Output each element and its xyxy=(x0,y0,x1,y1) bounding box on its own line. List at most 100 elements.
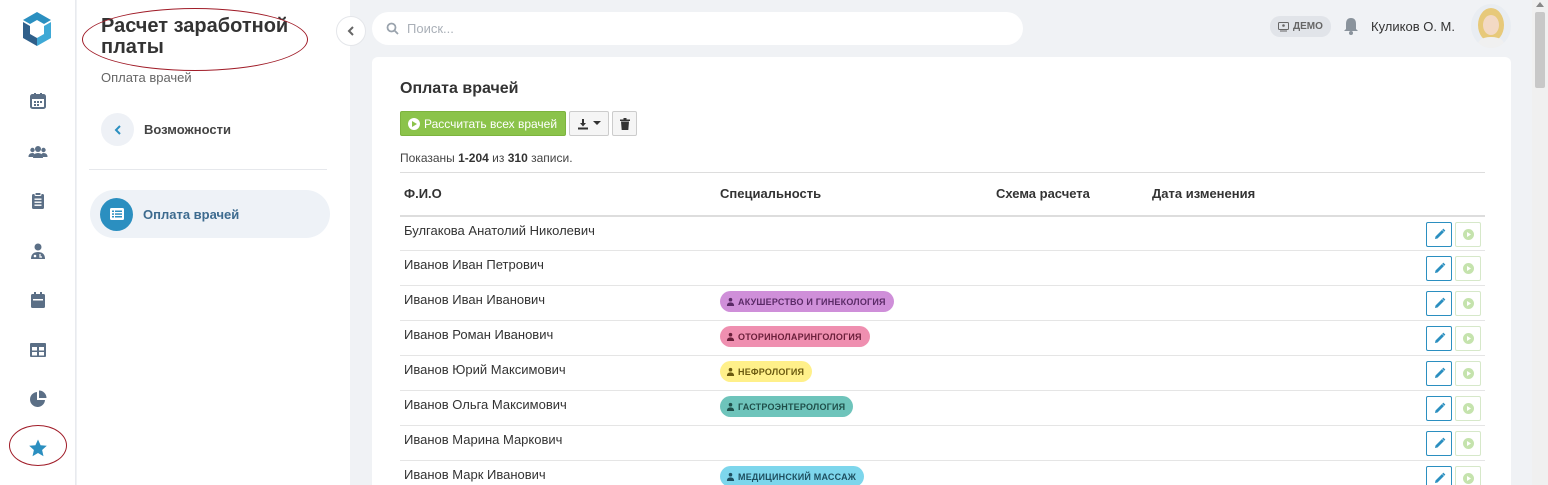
collapse-panel-button[interactable] xyxy=(336,16,366,46)
specialty-cell: ОТОРИНОЛАРИНГОЛОГИЯ xyxy=(716,320,992,356)
edit-button[interactable] xyxy=(1426,256,1452,281)
column-header-scheme[interactable]: Схема расчета xyxy=(992,172,1148,217)
search-input[interactable] xyxy=(407,21,987,36)
scheme-cell xyxy=(992,425,1148,461)
doctor-name: Булгакова Анатолий Николевич xyxy=(400,215,716,251)
actions-cell xyxy=(1348,250,1485,286)
avatar[interactable] xyxy=(1471,4,1511,48)
search-bar[interactable] xyxy=(372,12,1023,45)
date-cell xyxy=(1148,320,1348,356)
scheme-cell xyxy=(992,285,1148,321)
table-row[interactable]: Иванов Роман Иванович ОТОРИНОЛАРИНГОЛОГИЯ xyxy=(400,320,1485,356)
calculate-button[interactable] xyxy=(1455,256,1481,281)
table-row[interactable]: Иванов Юрий Максимович НЕФРОЛОГИЯ xyxy=(400,355,1485,391)
scheme-cell xyxy=(992,250,1148,286)
table-row[interactable]: Иванов Марк Иванович МЕДИЦИНСКИЙ МАССАЖ xyxy=(400,460,1485,485)
content-card: Оплата врачей Рассчитать всех врачей Пок… xyxy=(372,57,1511,485)
table-row[interactable]: Иванов Иван Петрович xyxy=(400,250,1485,286)
edit-button[interactable] xyxy=(1426,291,1452,316)
records-summary: Показаны 1-204 из 310 записи. xyxy=(400,151,573,165)
column-header-name[interactable]: Ф.И.О xyxy=(400,172,716,217)
nav-item-doctor-payments[interactable]: Оплата врачей xyxy=(90,190,330,238)
chevron-left-icon xyxy=(114,124,121,135)
calculate-button[interactable] xyxy=(1455,431,1481,456)
doctor-name: Иванов Марк Иванович xyxy=(400,460,716,485)
card-title: Оплата врачей xyxy=(400,80,519,97)
pencil-icon xyxy=(1435,367,1446,378)
page-scrollbar[interactable] xyxy=(1532,0,1548,485)
specialty-tag: ОТОРИНОЛАРИНГОЛОГИЯ xyxy=(720,326,870,347)
rail-schedule[interactable] xyxy=(22,284,54,316)
logo-icon[interactable] xyxy=(17,9,57,49)
date-cell xyxy=(1148,285,1348,321)
rail-users[interactable] xyxy=(22,136,54,168)
calculate-button[interactable] xyxy=(1455,326,1481,351)
calculate-button[interactable] xyxy=(1455,361,1481,386)
calculate-button[interactable] xyxy=(1455,291,1481,316)
delete-button[interactable] xyxy=(612,111,638,136)
table-icon xyxy=(30,343,46,357)
edit-button[interactable] xyxy=(1426,326,1452,351)
table-row[interactable]: Иванов Ольга Максимович ГАСТРОЭНТЕРОЛОГИЯ xyxy=(400,390,1485,426)
edit-button[interactable] xyxy=(1426,431,1452,456)
actions-cell xyxy=(1348,215,1485,251)
calculate-button[interactable] xyxy=(1455,396,1481,421)
specialty-label: ГАСТРОЭНТЕРОЛОГИЯ xyxy=(738,401,846,412)
summary-suffix: записи. xyxy=(531,151,573,165)
column-header-date[interactable]: Дата изменения xyxy=(1148,172,1348,217)
bell-icon[interactable] xyxy=(1341,16,1361,36)
edit-button[interactable] xyxy=(1426,361,1452,386)
table-row[interactable]: Иванов Иван Иванович АКУШЕРСТВО И ГИНЕКОЛ… xyxy=(400,285,1485,321)
specialty-cell: НЕФРОЛОГИЯ xyxy=(716,355,992,391)
pencil-icon xyxy=(1435,297,1446,308)
play-circle-icon xyxy=(1463,228,1474,240)
export-dropdown-button[interactable] xyxy=(569,111,610,136)
column-header-specialty[interactable]: Специальность xyxy=(716,172,992,217)
actions-cell xyxy=(1348,355,1485,391)
date-cell xyxy=(1148,215,1348,251)
specialty-label: МЕДИЦИНСКИЙ МАССАЖ xyxy=(738,471,857,482)
calculate-button[interactable] xyxy=(1455,221,1481,247)
rail-reports[interactable] xyxy=(22,383,54,415)
icon-rail xyxy=(0,0,76,485)
rail-clipboard[interactable] xyxy=(22,185,54,217)
scheme-cell xyxy=(992,320,1148,356)
edit-button[interactable] xyxy=(1426,466,1452,485)
list-icon xyxy=(100,197,133,231)
scroll-thumb[interactable] xyxy=(1535,12,1545,88)
calendar-icon xyxy=(30,93,46,109)
rail-favorites[interactable] xyxy=(22,432,54,464)
calculate-all-button[interactable]: Рассчитать всех врачей xyxy=(400,111,567,136)
edit-button[interactable] xyxy=(1426,396,1452,421)
back-to-features[interactable]: Возможности xyxy=(101,113,231,146)
scroll-up-arrow[interactable] xyxy=(1536,2,1544,7)
specialty-cell xyxy=(716,215,992,251)
specialty-label: ОТОРИНОЛАРИНГОЛОГИЯ xyxy=(738,331,862,342)
back-button[interactable] xyxy=(101,113,134,146)
table-row[interactable]: Булгакова Анатолий Николевич xyxy=(400,215,1485,251)
actions-cell xyxy=(1348,425,1485,461)
specialty-tag: АКУШЕРСТВО И ГИНЕКОЛОГИЯ xyxy=(720,291,894,312)
pencil-icon xyxy=(1435,437,1446,448)
demo-badge-label: ДЕМО xyxy=(1293,21,1323,32)
nav-item-label: Оплата врачей xyxy=(143,206,240,222)
calculate-button[interactable] xyxy=(1455,466,1481,485)
demo-badge[interactable]: ДЕМО xyxy=(1270,16,1331,37)
rail-table[interactable] xyxy=(22,334,54,366)
doctor-icon xyxy=(31,243,45,259)
rail-doctors[interactable] xyxy=(22,235,54,267)
trash-icon xyxy=(619,117,630,130)
section-panel: Расчет заработной платы Оплата врачей Во… xyxy=(77,0,350,485)
doctor-icon xyxy=(726,367,735,376)
play-circle-icon xyxy=(1463,438,1474,449)
rail-calendar[interactable] xyxy=(22,85,54,117)
doctor-icon xyxy=(726,402,735,411)
date-cell xyxy=(1148,460,1348,485)
table-row[interactable]: Иванов Марина Маркович xyxy=(400,425,1485,461)
users-icon xyxy=(28,146,48,158)
actions-cell xyxy=(1348,285,1485,321)
edit-button[interactable] xyxy=(1426,221,1452,247)
pencil-icon xyxy=(1435,472,1446,483)
user-name[interactable]: Куликов О. М. xyxy=(1371,19,1455,34)
play-circle-icon xyxy=(1463,403,1474,414)
